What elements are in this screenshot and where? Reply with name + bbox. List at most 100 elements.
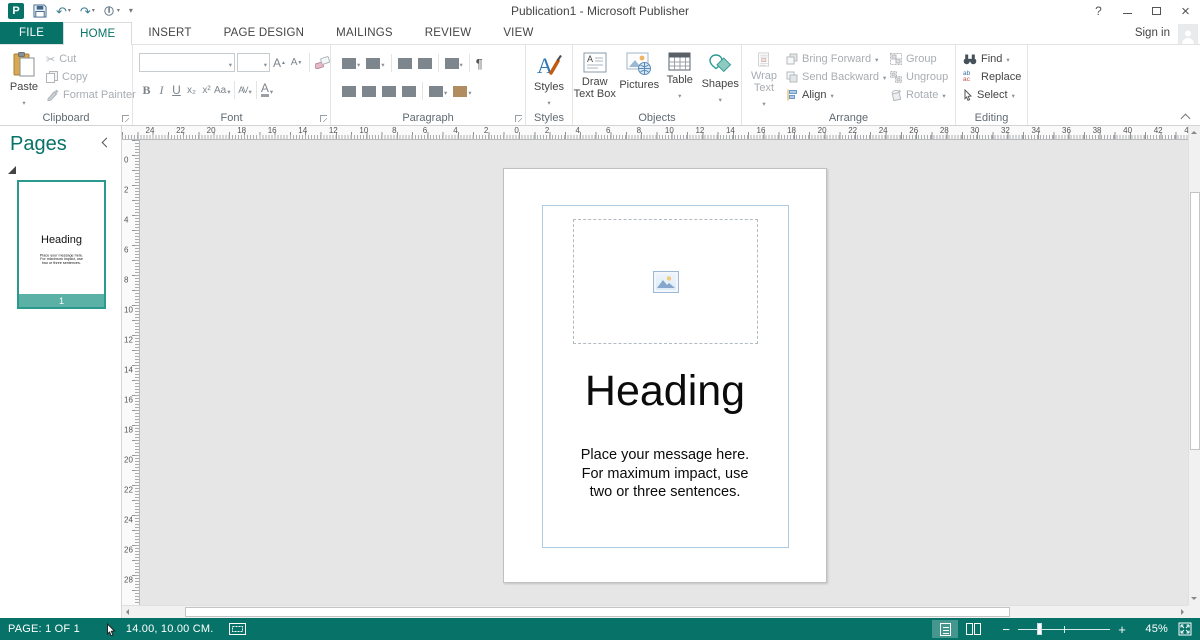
align-caret-icon [830, 89, 833, 101]
touch-mode-button[interactable]: ▾ [104, 5, 120, 18]
clipboard-dialog-launcher[interactable] [122, 115, 129, 122]
tab-review[interactable]: REVIEW [409, 22, 488, 44]
horizontal-scrollbar-thumb[interactable] [185, 607, 1010, 617]
justify-button[interactable] [399, 82, 419, 100]
numbering-button[interactable] [363, 54, 387, 72]
tab-home[interactable]: HOME [63, 22, 132, 45]
vertical-scrollbar[interactable] [1188, 126, 1200, 605]
page-indicator[interactable]: PAGE: 1 OF 1 [8, 623, 80, 635]
cursor-coordinates[interactable]: 14.00, 10.00 CM. [126, 623, 214, 635]
table-button[interactable]: Table [662, 47, 698, 109]
align-left-icon [342, 86, 356, 97]
restore-button[interactable] [1142, 0, 1171, 22]
scroll-left-icon[interactable] [126, 609, 129, 615]
bring-forward-button[interactable]: Bring Forward [786, 50, 886, 68]
fit-page-button[interactable] [1178, 622, 1192, 636]
two-page-view-button[interactable] [960, 620, 986, 638]
line-spacing-button[interactable] [426, 82, 450, 100]
page-body-text[interactable]: Place your message here. For maximum imp… [504, 446, 826, 502]
canvas[interactable]: Heading Place your message here. For max… [140, 140, 1188, 605]
tab-insert[interactable]: INSERT [132, 22, 207, 44]
columns-button[interactable] [442, 54, 466, 72]
change-case-button[interactable]: Aa [214, 81, 231, 99]
align-right-button[interactable] [379, 82, 399, 100]
styles-button[interactable]: A Styles [526, 47, 572, 109]
ribbon-tab-bar: FILE HOME INSERT PAGE DESIGN MAILINGS RE… [0, 22, 1200, 45]
horizontal-scrollbar[interactable] [122, 605, 1188, 618]
redo-button[interactable]: ↷▾ [80, 5, 95, 18]
font-dialog-launcher[interactable] [320, 115, 327, 122]
draw-text-box-button[interactable]: A Draw Text Box [573, 47, 616, 109]
find-button[interactable]: Find [963, 50, 1021, 68]
underline-button[interactable]: U [169, 81, 184, 99]
minimize-button[interactable] [1113, 0, 1142, 22]
rotate-button[interactable]: Rotate [890, 86, 948, 104]
shrink-font-button[interactable]: A▼ [289, 54, 304, 72]
increase-indent-button[interactable] [415, 54, 435, 72]
select-button[interactable]: Select [963, 86, 1021, 104]
scroll-down-icon[interactable] [1191, 597, 1197, 600]
paste-button[interactable]: Paste [4, 47, 44, 109]
scroll-up-icon[interactable] [1191, 131, 1197, 134]
object-size-icon[interactable] [229, 623, 246, 635]
align-left-button[interactable] [339, 82, 359, 100]
pictures-button[interactable]: Pictures [618, 47, 659, 109]
decrease-indent-button[interactable] [395, 54, 415, 72]
publication-page[interactable]: Heading Place your message here. For max… [503, 168, 827, 583]
subscript-button[interactable]: x₂ [184, 81, 199, 99]
superscript-button[interactable]: x² [199, 81, 214, 99]
bullets-button[interactable] [339, 54, 363, 72]
pages-expander-icon[interactable] [8, 166, 16, 174]
ungroup-button[interactable]: Ungroup [890, 68, 948, 86]
picture-placeholder[interactable] [573, 219, 758, 344]
tab-view[interactable]: VIEW [487, 22, 549, 44]
cut-button[interactable]: ✂Cut [46, 50, 136, 68]
collapse-ribbon-button[interactable] [1181, 112, 1190, 121]
help-button[interactable]: ? [1084, 0, 1113, 22]
page-heading-text[interactable]: Heading [504, 367, 826, 416]
vertical-scrollbar-thumb[interactable] [1190, 192, 1200, 450]
align-center-button[interactable] [359, 82, 379, 100]
font-name-combo[interactable] [139, 53, 235, 72]
tab-page-design[interactable]: PAGE DESIGN [208, 22, 321, 44]
redo-caret-icon[interactable]: ▾ [92, 8, 95, 14]
character-spacing-button[interactable]: AV [238, 81, 253, 99]
undo-button[interactable]: ↶▾ [56, 5, 71, 18]
zoom-in-button[interactable]: + [1116, 623, 1128, 636]
send-backward-button[interactable]: Send Backward [786, 68, 886, 86]
undo-caret-icon[interactable]: ▾ [68, 8, 71, 14]
single-page-view-button[interactable] [932, 620, 958, 638]
italic-button[interactable]: I [154, 81, 169, 99]
pages-panel-collapse-icon[interactable] [101, 138, 109, 146]
wrap-text-button[interactable]: Wrap Text [744, 47, 784, 109]
zoom-slider-handle[interactable] [1037, 623, 1042, 635]
borders-button[interactable] [450, 82, 474, 100]
qat-customize-button[interactable]: ▾ [129, 7, 133, 15]
grow-font-button[interactable]: A▲ [272, 54, 287, 72]
copy-button[interactable]: Copy [46, 68, 136, 86]
close-button[interactable]: × [1171, 0, 1200, 22]
bold-button[interactable]: B [139, 81, 154, 99]
scroll-right-icon[interactable] [1181, 609, 1184, 615]
group-button[interactable]: Group [890, 50, 948, 68]
tab-file[interactable]: FILE [0, 22, 63, 44]
vertical-ruler-labels[interactable]: 0246810121416182022242628 [122, 140, 140, 605]
font-size-combo[interactable] [237, 53, 270, 72]
align-button[interactable]: Align [786, 86, 886, 104]
zoom-slider[interactable] [1018, 622, 1110, 636]
tab-mailings[interactable]: MAILINGS [320, 22, 409, 44]
paragraph-dialog-launcher[interactable] [515, 115, 522, 122]
font-color-button[interactable]: A [260, 81, 275, 99]
shapes-button[interactable]: Shapes [700, 47, 741, 109]
zoom-level[interactable]: 45% [1138, 623, 1168, 635]
zoom-out-button[interactable]: − [1000, 623, 1012, 636]
show-formatting-button[interactable]: ¶ [473, 54, 486, 72]
pictures-icon [626, 52, 652, 76]
replace-button[interactable]: abacReplace [963, 68, 1021, 86]
clear-formatting-button[interactable] [315, 54, 330, 72]
page-thumbnail[interactable]: Heading Place your message here. For max… [17, 180, 106, 309]
format-painter-button[interactable]: Format Painter [46, 86, 136, 104]
horizontal-ruler-labels[interactable]: 2422201816141210864202468101214161820222… [122, 126, 1188, 140]
avatar-icon[interactable] [1178, 24, 1198, 44]
save-button[interactable] [33, 4, 47, 18]
